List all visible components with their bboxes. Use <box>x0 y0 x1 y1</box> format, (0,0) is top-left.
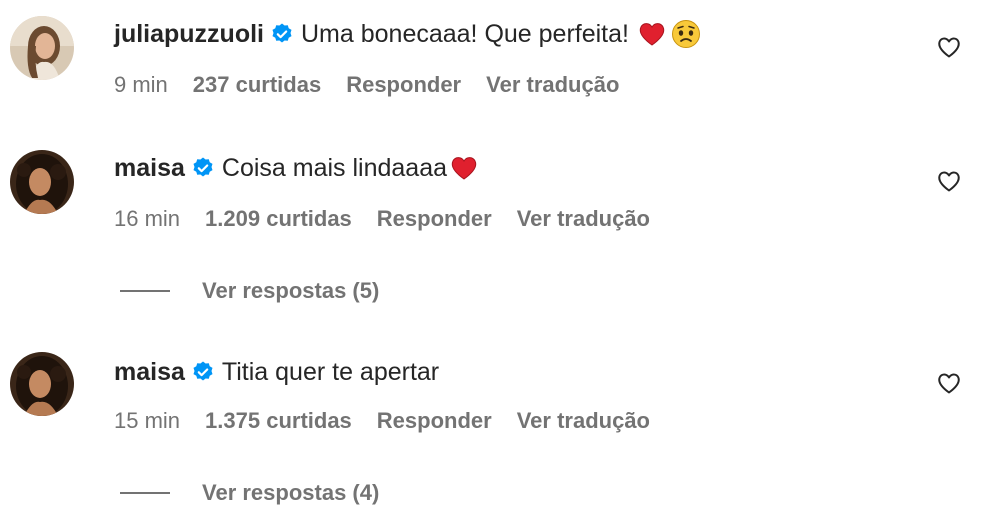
verified-badge-icon <box>270 22 294 46</box>
avatar[interactable] <box>10 352 74 416</box>
pleading-face-emoji <box>671 19 701 49</box>
username[interactable]: maisa <box>114 154 185 183</box>
red-heart-emoji <box>449 153 479 183</box>
reply-button[interactable]: Responder <box>377 206 492 232</box>
heart-like-icon[interactable] <box>935 33 963 61</box>
view-replies-label[interactable]: Ver respostas (4) <box>202 480 379 506</box>
comment-line: maisa Coisa mais lindaaaa <box>114 150 479 186</box>
reply-button[interactable]: Responder <box>346 72 461 98</box>
comment-text: Coisa mais lindaaaa <box>221 153 448 182</box>
reply-button[interactable]: Responder <box>377 408 492 434</box>
view-replies-label[interactable]: Ver respostas (5) <box>202 278 379 304</box>
heart-like-icon[interactable] <box>935 167 963 195</box>
translate-button[interactable]: Ver tradução <box>517 408 650 434</box>
comment-line: maisa Titia quer te apertar <box>114 354 439 390</box>
comment-meta: 9 min 237 curtidas Responder Ver traduçã… <box>114 70 644 100</box>
comment-text: Uma bonecaaa! Que perfeita! <box>301 19 629 48</box>
red-heart-emoji <box>637 19 667 49</box>
likes-count[interactable]: 1.209 curtidas <box>205 206 352 232</box>
username[interactable]: maisa <box>114 358 185 387</box>
translate-button[interactable]: Ver tradução <box>486 72 619 98</box>
replies-divider <box>120 290 170 292</box>
avatar[interactable] <box>10 150 74 214</box>
view-replies-button[interactable]: Ver respostas (4) <box>120 478 379 508</box>
comment-time[interactable]: 16 min <box>114 206 180 232</box>
likes-count[interactable]: 1.375 curtidas <box>205 408 352 434</box>
verified-badge-icon <box>191 360 215 384</box>
comment-time[interactable]: 9 min <box>114 72 168 98</box>
avatar[interactable] <box>10 16 74 80</box>
comment-text: Titia quer te apertar <box>221 357 440 386</box>
heart-like-icon[interactable] <box>935 369 963 397</box>
translate-button[interactable]: Ver tradução <box>517 206 650 232</box>
comment-meta: 16 min 1.209 curtidas Responder Ver trad… <box>114 204 675 234</box>
verified-badge-icon <box>191 156 215 180</box>
comment-time[interactable]: 15 min <box>114 408 180 434</box>
view-replies-button[interactable]: Ver respostas (5) <box>120 276 379 306</box>
replies-divider <box>120 492 170 494</box>
comment-meta: 15 min 1.375 curtidas Responder Ver trad… <box>114 406 675 436</box>
likes-count[interactable]: 237 curtidas <box>193 72 321 98</box>
username[interactable]: juliapuzzuoli <box>114 20 264 49</box>
comment-line: juliapuzzuoli Uma bonecaaa! Que perfeita… <box>114 16 701 52</box>
